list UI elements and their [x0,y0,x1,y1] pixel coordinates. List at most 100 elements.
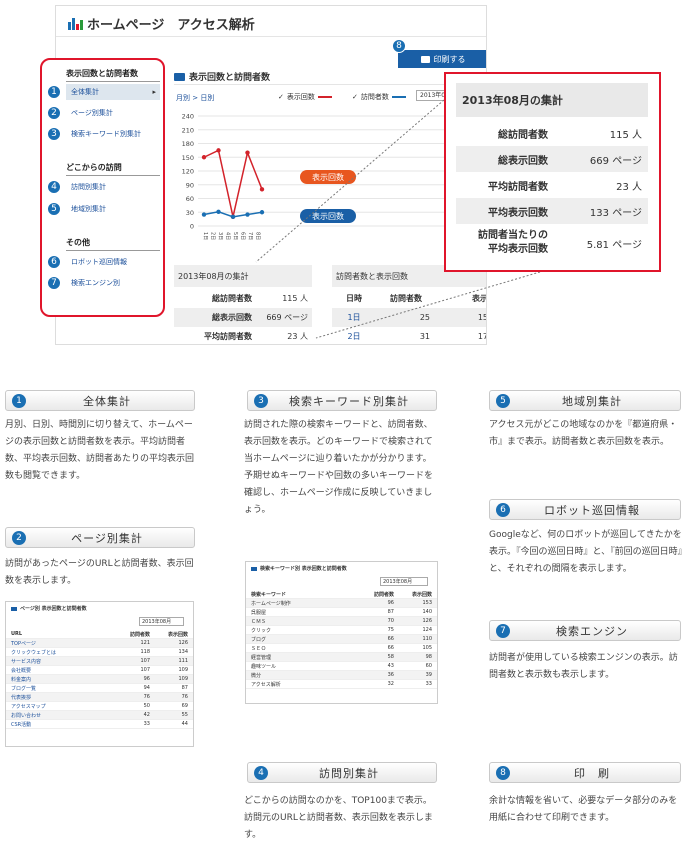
mini-cell[interactable]: 代表挨拶 [11,694,112,701]
feature-3-header: 3 検索キーワード別集計 [247,390,437,411]
mini-cell: 140 [422,609,432,615]
mini-cell[interactable]: アクセスマップ [11,703,112,710]
mini-row: 呉服屋 87 140 [246,608,437,617]
feature-7-header: 7 検索エンジン [489,620,681,641]
feature-8-header: 8印 刷 [489,762,681,783]
mini-cell: 87 [387,609,394,615]
mini-row: ホームページ制作 96 153 [246,599,437,608]
mini-cell[interactable]: 料金案内 [11,676,112,683]
feature-5-desc: アクセス元がどこの地域なのかを『都道府県・市』まで表示。訪問者数と表示回数を表示… [489,420,678,447]
mini-cell: 訪問者数 [373,591,394,598]
mini-select: 2013年08月 [139,617,184,626]
feature-2-desc: 訪問があったページのURLと訪問者数、表示回数を表示します。 [5,559,194,586]
feature-6-desc: Googleなど、何のロボットが巡回してきたかを表示。『今回の巡回日時』と、『前… [489,530,683,574]
mini-cell: 33 [143,721,150,727]
mini-row: クリック 75 124 [246,626,437,635]
mini-title: ページ別 表示回数と訪問者数 [6,602,193,615]
mini-row: ブログ一覧 94 87 [6,684,193,693]
mini-cell: 96 [387,600,394,606]
monitor-icon [11,606,17,611]
mini-title: 検索キーワード別 表示回数と訪問者数 [246,562,437,575]
callout-line-top [255,99,445,263]
mini-row: CSR活動 33 44 [6,720,193,729]
mini-cell: 75 [387,627,394,633]
mini-row: 料金案内 96 109 [6,675,193,684]
mini-cell: 105 [422,645,432,651]
mini-cell[interactable]: サービス内容 [11,658,112,665]
mini-cell[interactable]: ブログ一覧 [11,685,112,692]
mini-cell: 76 [143,694,150,700]
mini-cell: 109 [178,667,188,673]
mini-cell: クリック [251,627,272,634]
callout-row: 訪問者当たりの 平均表示回数 5.81 ページ [478,230,642,255]
mini-cell: 44 [181,721,188,727]
mini-row: お問い合わせ 42 55 [6,711,193,720]
mini-cell: ホームページ制作 [251,600,291,607]
mini-header-row: URL 訪問者数 表示回数 [6,630,193,639]
mini-cell: 呉服屋 [251,609,267,616]
mini-cell: ブログ [251,636,267,643]
mini-cell: ＳＥＯ [251,645,267,652]
mini-row: クリックウェブとは 118 134 [6,648,193,657]
mini-cell[interactable]: 会社概要 [11,667,112,674]
mini-cell: 表示回数 [411,591,432,598]
feature-1-desc: 月別、日別、時間別に切り替えて、ホームページの表示回数と訪問者数を表示。平均訪問… [5,420,195,481]
mini-cell: 32 [387,681,394,687]
mini-cell: URL [11,631,23,637]
mini-cell: 76 [181,694,188,700]
mini-cell: 109 [178,676,188,682]
mini-cell: 110 [422,636,432,642]
callout-row: 平均訪問者数 23 人 [488,181,642,193]
mini-keyword-table: 検索キーワード別 表示回数と訪問者数 2013年08月 検索キーワード 訪問者数 表… [245,561,438,704]
mini-cell: 60 [425,663,432,669]
mini-row: 趣味ツール 43 60 [246,662,437,671]
summary-callout: 2013年08月の集計 総訪問者数 115 人 総表示回数 669 ページ 平均訪問… [444,72,661,272]
mini-cell: 111 [178,658,188,664]
mini-cell: 50 [143,703,150,709]
mini-cell: 66 [387,645,394,651]
mini-cell: 126 [178,640,188,646]
mini-cell: 134 [178,649,188,655]
mini-row: アクセス解析 32 33 [246,680,437,689]
mini-cell[interactable]: CSR活動 [11,721,112,728]
mini-rows: 検索キーワード 訪問者数 表示回数 ホームページ制作 96 153 呉服屋 87 140 ＣＭＳ 7… [246,590,437,689]
mini-cell[interactable]: お問い合わせ [11,712,112,719]
mini-row: アクセスマップ 50 69 [6,702,193,711]
mini-cell: 66 [387,636,394,642]
mini-cell: アクセス解析 [251,681,281,688]
mini-cell: 39 [425,672,432,678]
mini-cell: 153 [422,600,432,606]
callout-title: 2013年08月の集計 [456,83,648,117]
feature-6-header: 6 ロボット巡回情報 [489,499,681,520]
mini-rows: URL 訪問者数 表示回数 TOPページ 121 126 クリックウェブとは 118 134 サー… [6,630,193,729]
feature-5-header: 5 地域別集計 [489,390,681,411]
mini-row: TOPページ 121 126 [6,639,193,648]
mini-cell[interactable]: クリックウェブとは [11,649,112,656]
feature-8-desc: 余計な情報を省いて、必要なデータ部分のみを用紙に合わせて印刷できます。 [489,796,678,823]
mini-cell: 55 [181,712,188,718]
mini-cell: 58 [387,654,394,660]
feature-2-header: 2 ページ別集計 [5,527,195,548]
mini-row: ＳＥＯ 66 105 [246,644,437,653]
mini-cell: 検索キーワード [251,591,287,598]
mini-row: サービス内容 107 111 [6,657,193,666]
mini-cell: 124 [422,627,432,633]
feature-4-header: 4 訪問別集計 [247,762,437,783]
mini-row: 経営管理 58 98 [246,653,437,662]
mini-cell: 107 [140,667,150,673]
mini-cell[interactable]: TOPページ [11,640,112,647]
mini-cell: 経営管理 [251,654,272,661]
mini-cell: 42 [143,712,150,718]
callout-row: 総訪問者数 115 人 [498,129,642,141]
mini-cell: 96 [143,676,150,682]
mini-cell: 126 [422,618,432,624]
callout-row: 平均表示回数 133 ページ [456,198,648,224]
feature-1-header: 1 全体集計 [5,390,195,411]
mini-row: ブログ 66 110 [246,635,437,644]
mini-row: 代表挨拶 76 76 [6,693,193,702]
mini-cell: 118 [140,649,150,655]
mini-row: 会社概要 107 109 [6,666,193,675]
mini-select: 2013年08月 [380,577,428,586]
mini-header-row: 検索キーワード 訪問者数 表示回数 [246,590,437,599]
mini-cell: 69 [181,703,188,709]
